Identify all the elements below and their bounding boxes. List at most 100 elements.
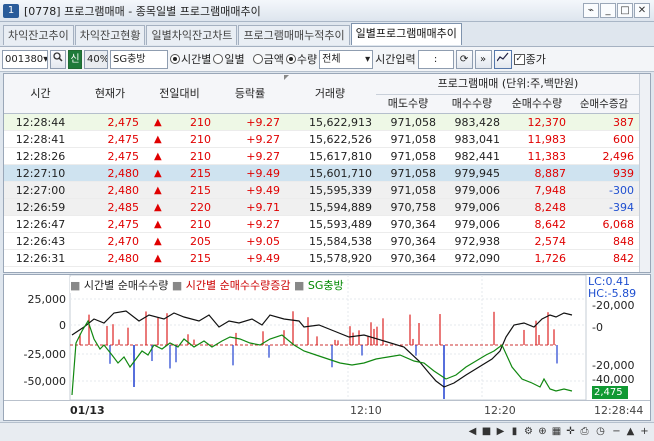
cell-time: 12:28:26 bbox=[15, 150, 66, 163]
cell-volume: 15,617,810 bbox=[309, 150, 372, 163]
table-row[interactable]: 12:27:10 2,480 ▲ 215 +9.49 15,601,710 971,058 9… bbox=[4, 165, 640, 182]
tab-daily-program-trend[interactable]: 일별프로그램매매추이 bbox=[350, 23, 462, 45]
table-header: 시간 현재가 전일대비 등락률 거래량 프로그램매매 (단위:주,백만원) 매도… bbox=[4, 74, 640, 114]
zoom-out-icon[interactable]: − bbox=[610, 425, 623, 439]
table-row[interactable]: 12:26:47 2,475 ▲ 210 +9.27 15,593,489 970,364 9… bbox=[4, 216, 640, 233]
close-price-checkbox[interactable]: ✓ 종가 bbox=[513, 51, 546, 67]
view-time-radio[interactable]: 시간별 bbox=[170, 51, 211, 67]
cell-buy: 972,090 bbox=[454, 252, 501, 265]
cell-change: 210 bbox=[190, 150, 211, 163]
cell-delta: 387 bbox=[613, 116, 634, 129]
clock-icon[interactable]: ◷ bbox=[594, 425, 607, 439]
table-row[interactable]: 12:26:43 2,470 ▲ 205 +9.05 15,584,538 970,364 9… bbox=[4, 233, 640, 250]
tab-arbitrage-balance-trend[interactable]: 차익잔고추이 bbox=[3, 25, 74, 45]
cell-price: 2,475 bbox=[107, 133, 140, 146]
table-row[interactable]: 12:28:44 2,475 ▲ 210 +9.27 15,622,913 971,058 9… bbox=[4, 114, 640, 131]
cell-change: 215 bbox=[190, 167, 211, 180]
table-row[interactable]: 12:26:59 2,485 ▲ 220 +9.71 15,594,889 970,758 9… bbox=[4, 199, 640, 216]
table-row[interactable]: 12:26:31 2,480 ▲ 215 +9.49 15,578,920 970,364 9… bbox=[4, 250, 640, 267]
tab-daily-arbitrage-chart[interactable]: 일별차익잔고차트 bbox=[146, 25, 238, 45]
col-buy-qty[interactable]: 매수수량 bbox=[440, 94, 504, 114]
close-icon[interactable]: ✕ bbox=[634, 3, 650, 18]
chart-legend: ■ 시간별 순매수수량 ■ 시간별 순매수수량증감 ■ SG충방 bbox=[70, 277, 344, 293]
cell-time: 12:28:44 bbox=[15, 116, 66, 129]
next-icon[interactable]: ▶ bbox=[494, 425, 507, 439]
print-icon[interactable]: ⎙ bbox=[578, 425, 591, 439]
crosshair-icon[interactable]: ✛ bbox=[564, 425, 577, 439]
cell-time: 12:26:43 bbox=[15, 235, 66, 248]
cell-sell: 970,364 bbox=[390, 252, 437, 265]
search-icon[interactable] bbox=[50, 49, 66, 69]
radio-on-icon bbox=[285, 54, 296, 64]
cell-delta: 939 bbox=[613, 167, 634, 180]
up-arrow-icon: ▲ bbox=[154, 168, 162, 179]
col-change[interactable]: 전일대비 bbox=[143, 84, 216, 104]
col-sell-qty[interactable]: 매도수량 bbox=[376, 94, 440, 114]
tab-arbitrage-balance-status[interactable]: 차익잔고현황 bbox=[74, 25, 146, 45]
filter-select[interactable]: 전체 ▾ bbox=[319, 49, 374, 69]
stop-icon[interactable]: ■ bbox=[480, 425, 493, 439]
cell-volume: 15,584,538 bbox=[309, 235, 372, 248]
time-input[interactable]: : bbox=[417, 49, 454, 69]
first-page-icon[interactable]: ▮ bbox=[508, 425, 521, 439]
tab-program-cumulative-trend[interactable]: 프로그램매매누적추이 bbox=[238, 25, 350, 45]
zoom-in-icon[interactable]: + bbox=[638, 425, 651, 439]
cell-buy: 983,041 bbox=[454, 133, 501, 146]
table-row[interactable]: 12:28:26 2,475 ▲ 210 +9.27 15,617,810 971,058 9… bbox=[4, 148, 640, 165]
cell-change: 210 bbox=[190, 218, 211, 231]
cell-sell: 970,364 bbox=[390, 235, 437, 248]
cell-net: 8,642 bbox=[534, 218, 567, 231]
next-icon[interactable]: » bbox=[474, 49, 492, 69]
dropdown-arrow-icon[interactable]: ▾ bbox=[43, 51, 47, 68]
table-row[interactable]: 12:27:00 2,480 ▲ 215 +9.49 15,595,339 971,058 9… bbox=[4, 182, 640, 199]
link-icon[interactable]: ⌁ bbox=[583, 3, 599, 18]
cell-time: 12:26:31 bbox=[15, 252, 66, 265]
view-daily-label: 일별 bbox=[224, 53, 245, 66]
stock-name-field[interactable]: SG충방 bbox=[110, 49, 168, 69]
zoom-icon[interactable]: ⊕ bbox=[536, 425, 549, 439]
cell-delta: 842 bbox=[613, 252, 634, 265]
cell-rate: +9.49 bbox=[246, 252, 280, 265]
sort-marker-icon bbox=[284, 75, 289, 80]
cell-change: 205 bbox=[190, 235, 211, 248]
cell-rate: +9.49 bbox=[246, 184, 280, 197]
stock-code-value: 001380 bbox=[5, 53, 44, 65]
cell-buy: 979,006 bbox=[454, 201, 501, 214]
up-arrow-icon: ▲ bbox=[154, 151, 162, 162]
maximize-icon[interactable]: □ bbox=[617, 3, 633, 18]
cell-volume: 15,578,920 bbox=[309, 252, 372, 265]
settings-icon[interactable]: ⚙ bbox=[522, 425, 535, 439]
unit-quantity-radio[interactable]: 수량 bbox=[285, 51, 317, 67]
scroll-up-icon[interactable]: ▲ bbox=[624, 425, 637, 439]
table-row[interactable]: 12:28:41 2,475 ▲ 210 +9.27 15,622,526 971,058 9… bbox=[4, 131, 640, 148]
cell-sell: 971,058 bbox=[390, 133, 437, 146]
cell-sell: 971,058 bbox=[390, 116, 437, 129]
col-net-qty[interactable]: 순매수수량 bbox=[504, 94, 570, 114]
up-arrow-icon: ▲ bbox=[154, 236, 162, 247]
up-arrow-icon: ▲ bbox=[154, 185, 162, 196]
col-time[interactable]: 시간 bbox=[4, 84, 77, 104]
refresh-icon[interactable]: ⟳ bbox=[455, 49, 473, 69]
cell-sell: 971,058 bbox=[390, 167, 437, 180]
chart-toggle-icon[interactable] bbox=[493, 49, 512, 69]
view-daily-radio[interactable]: 일별 bbox=[213, 51, 245, 67]
margin-ratio: 40% bbox=[84, 49, 108, 69]
stock-code-input[interactable]: 001380 ▾ bbox=[2, 49, 48, 69]
cell-price: 2,480 bbox=[107, 184, 140, 197]
radio-off-icon bbox=[213, 54, 224, 64]
minimize-icon[interactable]: _ bbox=[600, 3, 616, 18]
col-net-delta[interactable]: 순매수증감 bbox=[570, 94, 638, 114]
col-volume[interactable]: 거래량 bbox=[284, 84, 376, 104]
axis-date-label: 01/13 bbox=[70, 404, 105, 417]
grid-icon[interactable]: ▦ bbox=[550, 425, 563, 439]
legend-net-qty: 시간별 순매수수량 bbox=[83, 279, 169, 292]
credit-badge: 신 bbox=[68, 49, 82, 69]
prev-icon[interactable]: ◀ bbox=[466, 425, 479, 439]
table-scrollbar[interactable] bbox=[639, 74, 650, 272]
up-arrow-icon: ▲ bbox=[154, 253, 162, 264]
unit-amount-radio[interactable]: 금액 bbox=[252, 51, 284, 67]
cell-net: 11,983 bbox=[527, 133, 567, 146]
col-rate[interactable]: 등락률 bbox=[216, 84, 284, 104]
cell-change: 215 bbox=[190, 184, 211, 197]
col-price[interactable]: 현재가 bbox=[77, 84, 143, 104]
